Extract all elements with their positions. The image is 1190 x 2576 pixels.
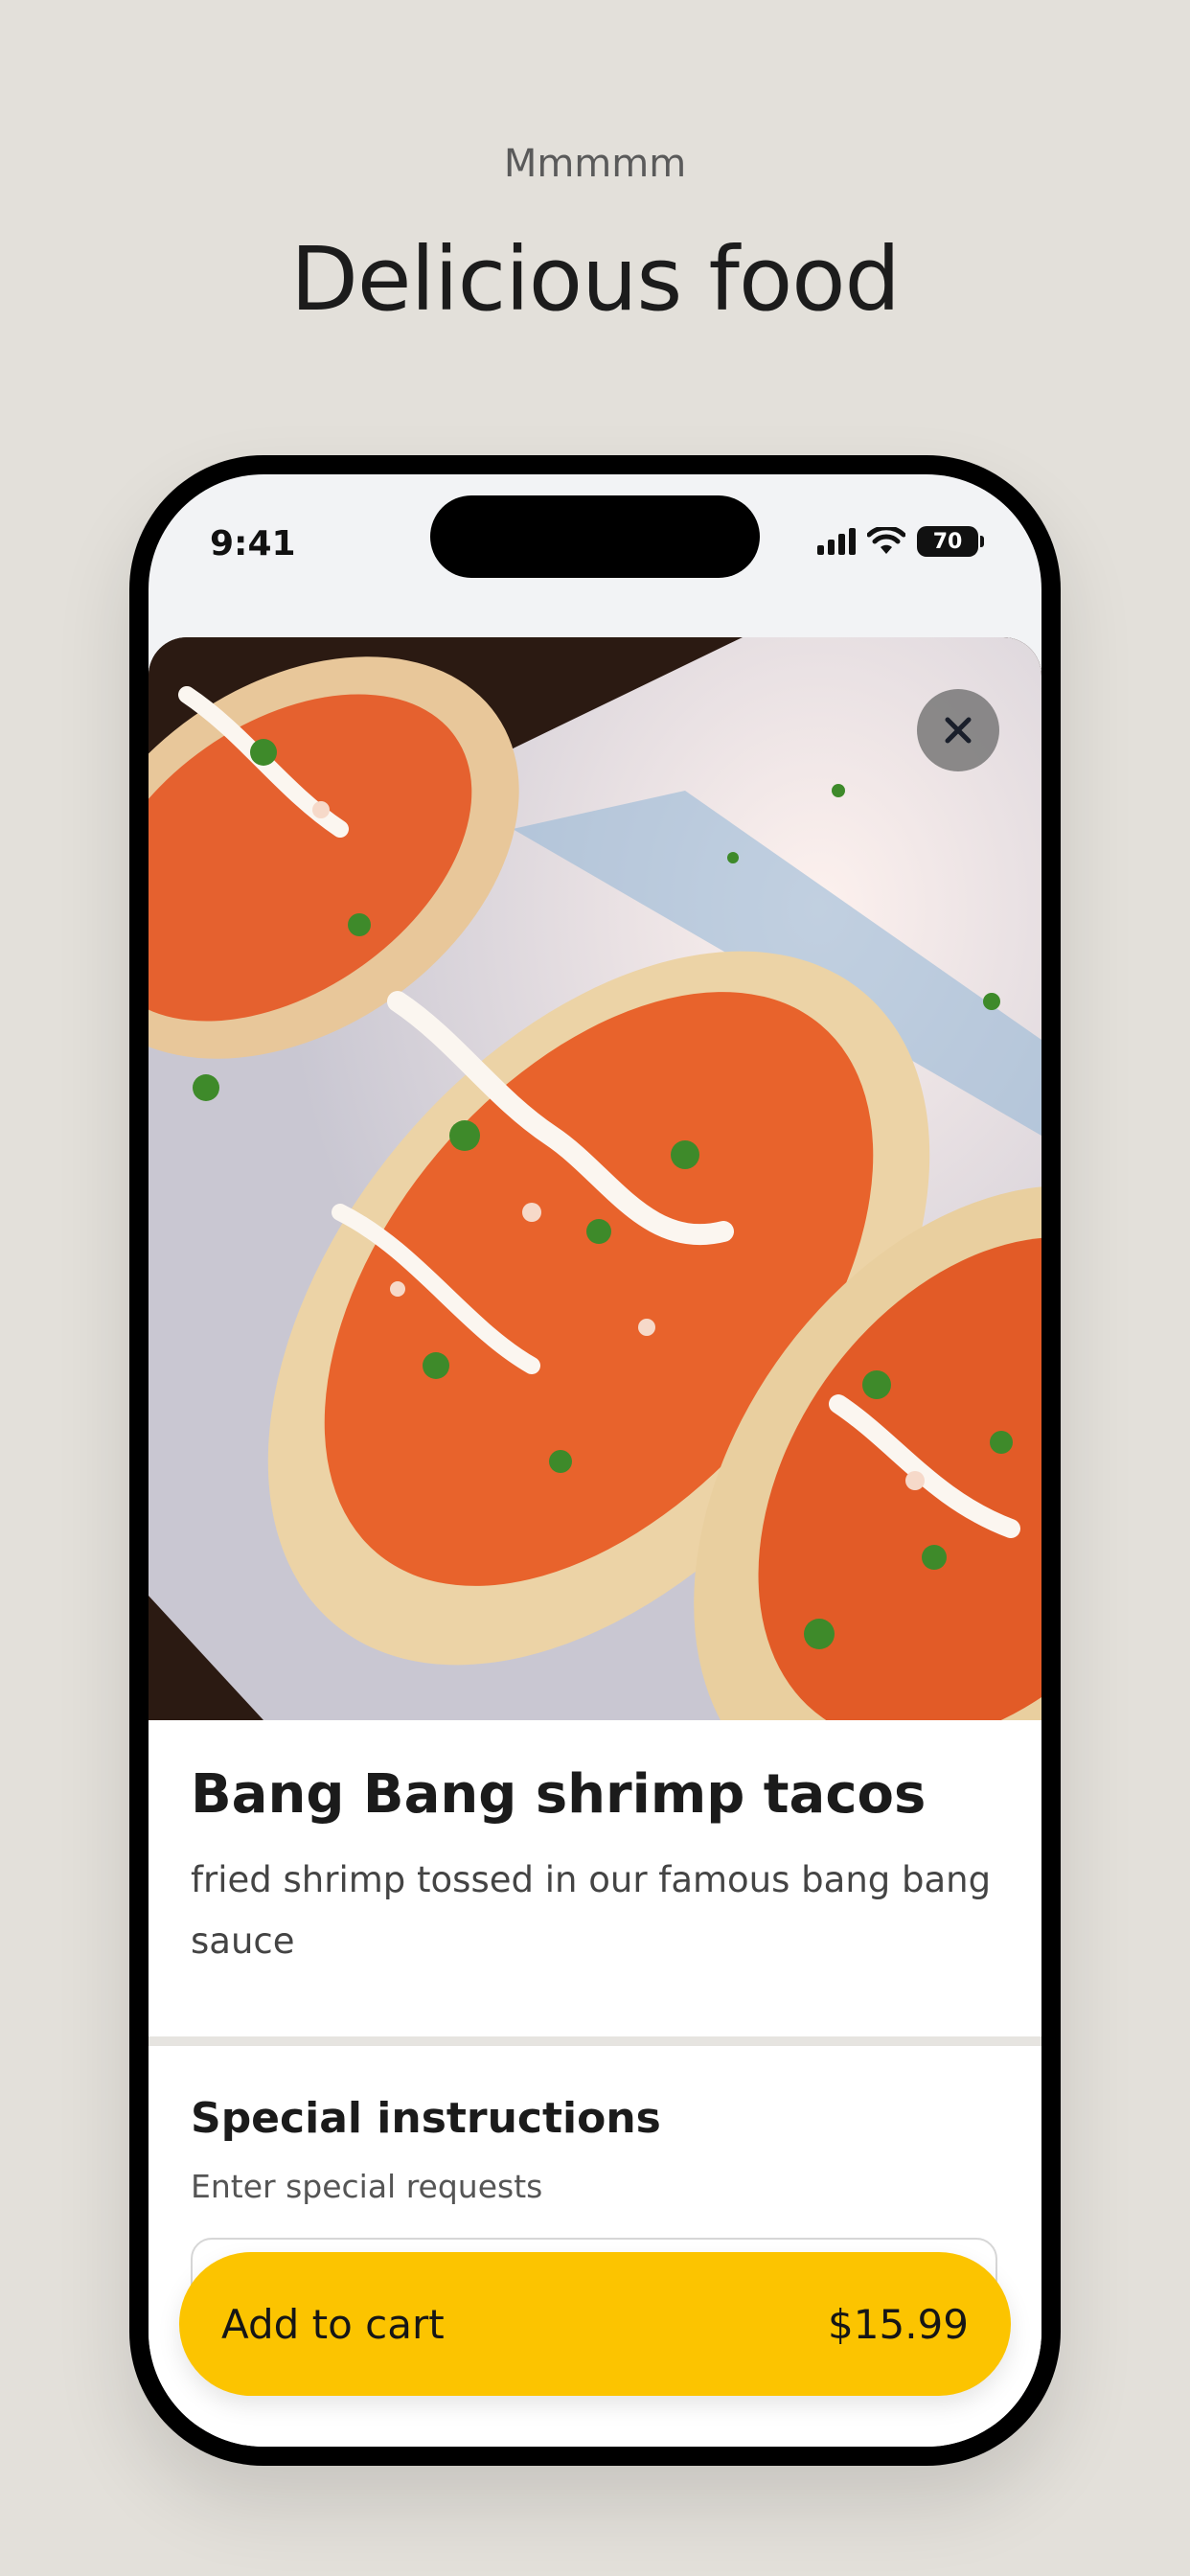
cellular-signal-icon [817, 528, 856, 555]
headline: Delicious food [290, 228, 901, 331]
add-to-cart-label: Add to cart [221, 2300, 445, 2348]
eyebrow-text: Mmmmm [503, 142, 687, 186]
special-instructions-subtitle: Enter special requests [191, 2168, 543, 2205]
cart-price: $15.99 [828, 2300, 969, 2348]
status-icons: 70 [817, 526, 984, 557]
status-time: 9:41 [210, 524, 296, 564]
phone-screen: 9:41 70 Bang Bang shrimp tacos fried shr… [149, 474, 1041, 2447]
battery-icon: 70 [917, 526, 984, 557]
add-to-cart-button[interactable]: Add to cart $15.99 [179, 2252, 1011, 2396]
item-detail-sheet: Bang Bang shrimp tacos fried shrimp toss… [149, 637, 1041, 2447]
phone-frame: 9:41 70 Bang Bang shrimp tacos fried shr… [129, 455, 1061, 2466]
wifi-icon [867, 527, 905, 554]
item-description: fried shrimp tossed in our famous bang b… [191, 1859, 992, 1962]
section-divider [149, 2036, 1041, 2046]
food-photo [149, 637, 1041, 1720]
special-instructions-title: Special instructions [191, 2094, 661, 2143]
battery-level: 70 [932, 529, 963, 554]
close-icon [945, 717, 972, 744]
dynamic-island [430, 495, 760, 578]
item-title: Bang Bang shrimp tacos [191, 1763, 927, 1826]
close-button[interactable] [917, 689, 999, 771]
